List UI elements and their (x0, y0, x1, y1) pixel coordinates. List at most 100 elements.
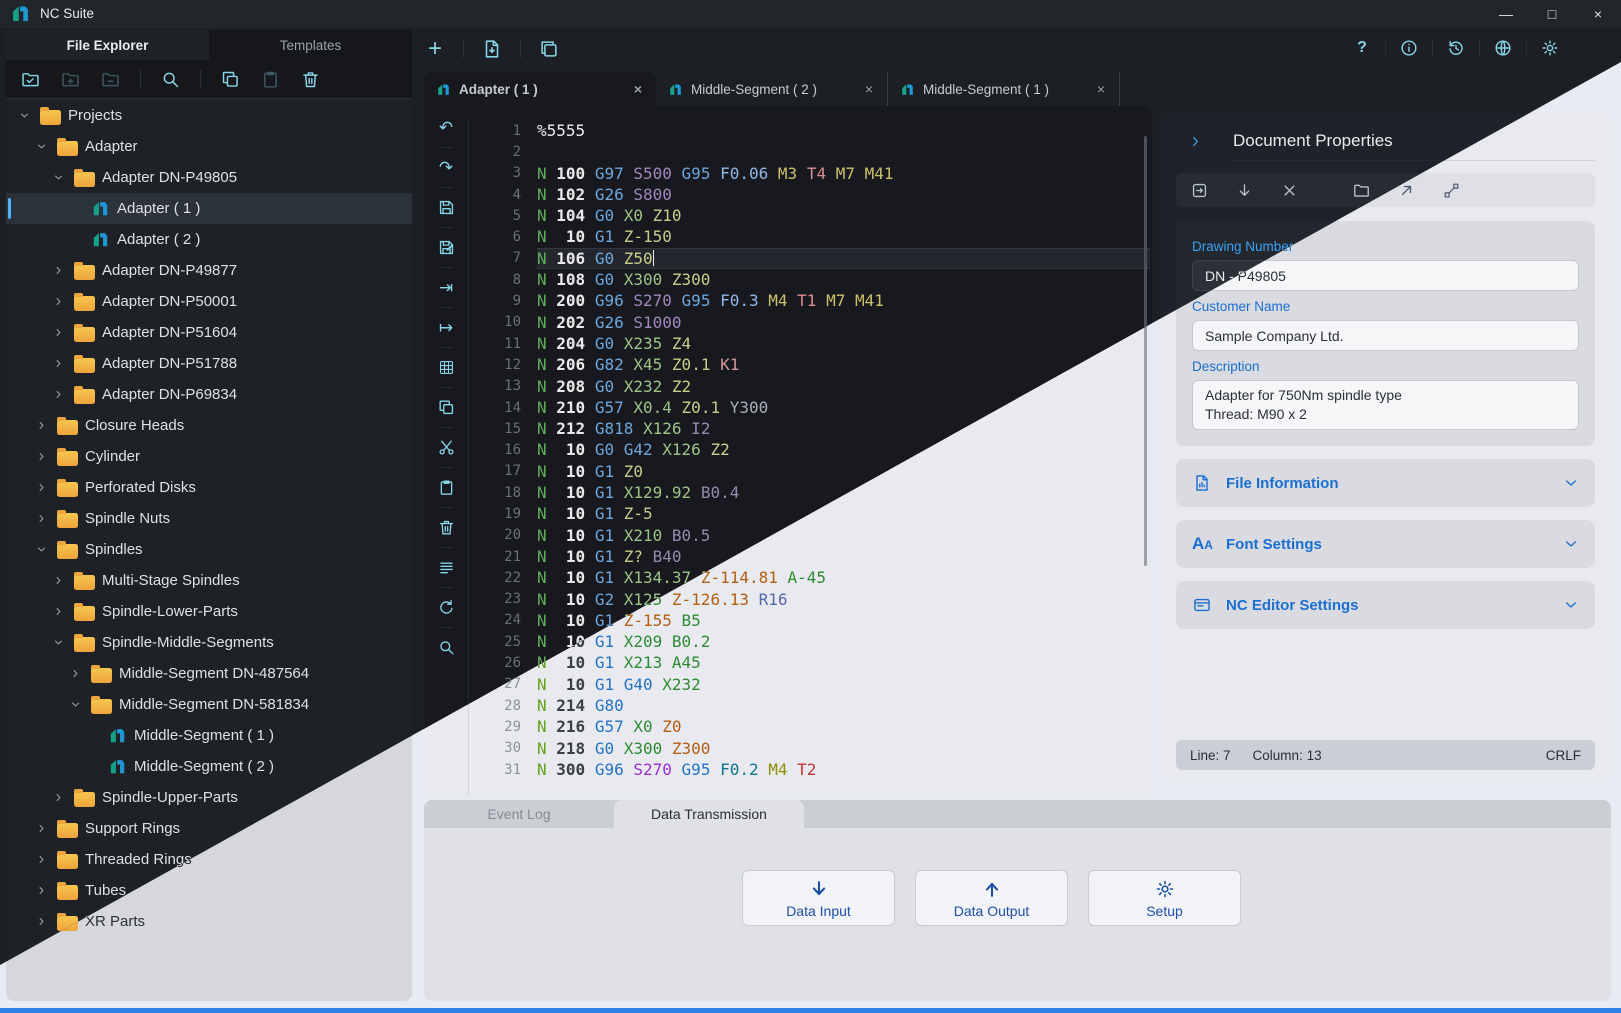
tree-chevron-icon[interactable] (50, 296, 67, 307)
block-list-button[interactable] (437, 558, 456, 577)
tree-item-closure-heads[interactable]: Closure Heads (6, 410, 412, 441)
find-button[interactable] (437, 638, 456, 657)
tree-item-multi-stage-spindles[interactable]: Multi-Stage Spindles (6, 565, 412, 596)
tree-chevron-icon[interactable] (33, 885, 50, 896)
tree-item-middle-segment-1[interactable]: Middle-Segment ( 1 ) (6, 720, 412, 751)
apply-properties-button[interactable] (1235, 181, 1254, 200)
bottom-tab-data-transmission[interactable]: Data Transmission (614, 800, 804, 828)
tree-chevron-icon[interactable] (50, 327, 67, 338)
tree-chevron-icon[interactable] (50, 265, 67, 276)
cut-button[interactable] (437, 438, 456, 457)
code-line: 31N 300 G96 S270 G95 F0.2 M4 T2 (469, 759, 1150, 780)
bottom-tab-event-log[interactable]: Event Log (424, 800, 614, 828)
goto-line-button[interactable]: ↦ (439, 318, 453, 337)
reload-properties-button[interactable] (1190, 181, 1209, 200)
delete-button[interactable] (437, 518, 456, 537)
tree-item-adapter-dn-p49877[interactable]: Adapter DN-P49877 (6, 255, 412, 286)
tree-item-spindle-middle-segments[interactable]: Spindle-Middle-Segments (6, 627, 412, 658)
tree-item-perforated-disks[interactable]: Perforated Disks (6, 472, 412, 503)
save-as-button[interactable] (437, 238, 456, 257)
paste-button[interactable] (437, 478, 456, 497)
copy-file-icon[interactable] (220, 69, 241, 90)
setup-button[interactable]: Setup (1088, 870, 1241, 926)
editor-tab-middle-segment-1[interactable]: Middle-Segment ( 1 )× (888, 72, 1120, 106)
tree-chevron-icon[interactable] (50, 389, 67, 400)
renumber-blocks-button[interactable] (437, 358, 456, 377)
tree-chevron-icon[interactable] (50, 792, 67, 803)
tree-item-spindle-nuts[interactable]: Spindle Nuts (6, 503, 412, 534)
tab-close-button[interactable]: × (863, 81, 875, 97)
customer-name-input[interactable] (1192, 320, 1579, 351)
tree-chevron-icon[interactable] (67, 668, 84, 679)
delete-file-icon[interactable] (300, 69, 321, 90)
tree-item-adapter[interactable]: Adapter (6, 131, 412, 162)
data-output-button[interactable]: Data Output (915, 870, 1068, 926)
tab-close-button[interactable]: × (1095, 81, 1107, 97)
about-button[interactable] (1399, 38, 1419, 58)
copy-button[interactable] (437, 398, 456, 417)
tree-chevron-icon[interactable] (16, 110, 33, 121)
tree-item-label: Support Rings (85, 820, 180, 837)
open-location-button[interactable] (1352, 181, 1371, 200)
minimize-button[interactable]: — (1483, 0, 1529, 28)
tree-chevron-icon[interactable] (33, 823, 50, 834)
open-document-button[interactable] (481, 38, 503, 60)
tree-chevron-icon[interactable] (33, 482, 50, 493)
new-document-button[interactable]: + (424, 38, 446, 60)
tree-item-adapter-dn-p49805[interactable]: Adapter DN-P49805 (6, 162, 412, 193)
sidebar-tab-file-explorer[interactable]: File Explorer (6, 30, 209, 60)
project-manager-icon[interactable] (20, 69, 41, 90)
tree-chevron-icon[interactable] (67, 699, 84, 710)
tree-item-middle-segment-dn-487564[interactable]: Middle-Segment DN-487564 (6, 658, 412, 689)
tree-chevron-icon[interactable] (50, 606, 67, 617)
history-button[interactable] (1446, 38, 1466, 58)
tree-chevron-icon[interactable] (33, 544, 50, 555)
editor-tab-middle-segment-2[interactable]: Middle-Segment ( 2 )× (656, 72, 888, 106)
section-font-settings[interactable]: AA Font Settings (1176, 520, 1595, 568)
help-button[interactable]: ? (1352, 39, 1372, 57)
settings-button[interactable] (1540, 38, 1560, 58)
close-button[interactable]: × (1575, 0, 1621, 28)
undo-button[interactable]: ↶ (439, 118, 453, 137)
clear-properties-button[interactable] (1280, 181, 1299, 200)
maximize-button[interactable]: □ (1529, 0, 1575, 28)
language-button[interactable] (1493, 38, 1513, 58)
description-textarea[interactable]: Adapter for 750Nm spindle type Thread: M… (1192, 380, 1579, 430)
tree-chevron-icon[interactable] (50, 358, 67, 369)
redo-button[interactable]: ↷ (439, 158, 453, 177)
tree-chevron-icon[interactable] (50, 637, 67, 648)
tree-item-adapter-dn-p51788[interactable]: Adapter DN-P51788 (6, 348, 412, 379)
tree-chevron-icon[interactable] (50, 575, 67, 586)
code-token: N (537, 504, 547, 523)
search-files-icon[interactable] (160, 69, 181, 90)
tree-chevron-icon[interactable] (33, 513, 50, 524)
tree-item-adapter-1[interactable]: Adapter ( 1 ) (6, 193, 412, 224)
tree-item-adapter-dn-p51604[interactable]: Adapter DN-P51604 (6, 317, 412, 348)
tree-chevron-icon[interactable] (33, 451, 50, 462)
save-button[interactable] (437, 198, 456, 217)
tree-item-projects[interactable]: Projects (6, 100, 412, 131)
editor-tab-adapter-1[interactable]: Adapter ( 1 )× (424, 72, 656, 106)
tree-item-spindles[interactable]: Spindles (6, 534, 412, 565)
save-all-button[interactable] (538, 38, 560, 60)
sidebar-tab-templates[interactable]: Templates (209, 30, 412, 60)
tree-item-adapter-dn-p50001[interactable]: Adapter DN-P50001 (6, 286, 412, 317)
refresh-button[interactable] (437, 598, 456, 617)
tree-chevron-icon[interactable] (33, 854, 50, 865)
collapse-panel-icon[interactable] (1188, 134, 1203, 149)
data-input-button[interactable]: Data Input (742, 870, 895, 926)
tree-chevron-icon[interactable] (33, 916, 50, 927)
tree-chevron-icon[interactable] (50, 172, 67, 183)
tree-item-spindle-lower-parts[interactable]: Spindle-Lower-Parts (6, 596, 412, 627)
tree-item-cylinder[interactable]: Cylinder (6, 441, 412, 472)
tree-item-middle-segment-dn-581834[interactable]: Middle-Segment DN-581834 (6, 689, 412, 720)
section-file-information[interactable]: File Information (1176, 459, 1595, 507)
link-properties-button[interactable] (1442, 181, 1461, 200)
tree-chevron-icon[interactable] (33, 420, 50, 431)
tree-item-adapter-dn-p69834[interactable]: Adapter DN-P69834 (6, 379, 412, 410)
tab-close-button[interactable]: × (632, 81, 644, 97)
section-nc-editor-settings[interactable]: NC Editor Settings (1176, 581, 1595, 629)
tree-item-adapter-2[interactable]: Adapter ( 2 ) (6, 224, 412, 255)
goto-end-button[interactable]: ⇥ (439, 278, 453, 297)
tree-chevron-icon[interactable] (33, 141, 50, 152)
